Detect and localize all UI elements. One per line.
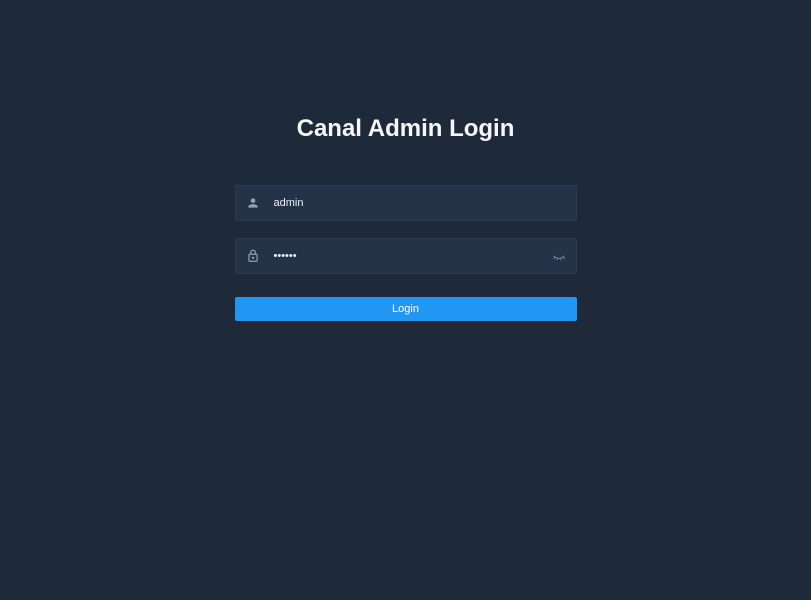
- password-input[interactable]: [274, 239, 552, 273]
- username-input-wrapper: [235, 185, 577, 221]
- password-input-wrapper: [235, 238, 577, 274]
- lock-icon: [246, 249, 260, 263]
- eye-closed-icon[interactable]: [552, 249, 566, 263]
- login-button[interactable]: Login: [235, 297, 577, 321]
- login-button-label: Login: [392, 303, 419, 315]
- username-input[interactable]: [274, 186, 566, 220]
- login-container: Canal Admin Login Login: [0, 0, 811, 321]
- user-icon: [246, 196, 260, 210]
- login-title: Canal Admin Login: [297, 115, 515, 143]
